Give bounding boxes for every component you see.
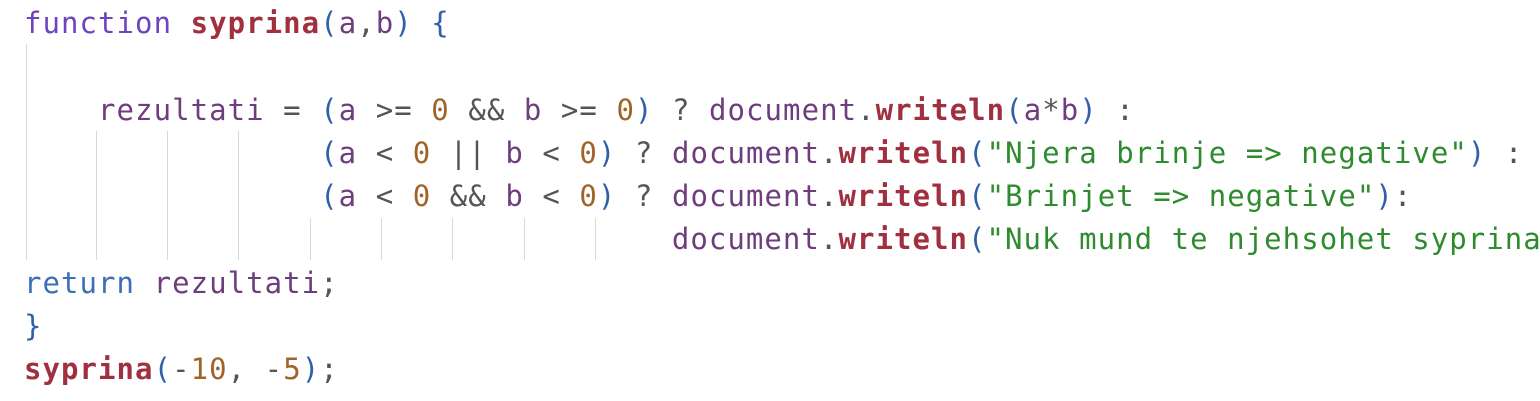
code-line: syprina(-10, -5); <box>24 352 339 387</box>
code-line: return rezultati; <box>24 265 339 300</box>
code-line: document.writeln("Nuk mund te njehsohet … <box>671 222 1540 257</box>
code-block[interactable]: function syprina(a,b) { rezultati = (a >… <box>24 2 1540 392</box>
code-editor[interactable]: function syprina(a,b) { rezultati = (a >… <box>0 0 1540 401</box>
code-line: (a < 0 && b < 0) ? document.writeln("Bri… <box>320 179 1413 214</box>
code-line: (a < 0 || b < 0) ? document.writeln("Nje… <box>320 135 1524 170</box>
code-line: rezultati = (a >= 0 && b >= 0) ? documen… <box>98 92 1135 127</box>
code-line: } <box>24 309 43 344</box>
code-line: function syprina(a,b) { <box>24 6 450 40</box>
